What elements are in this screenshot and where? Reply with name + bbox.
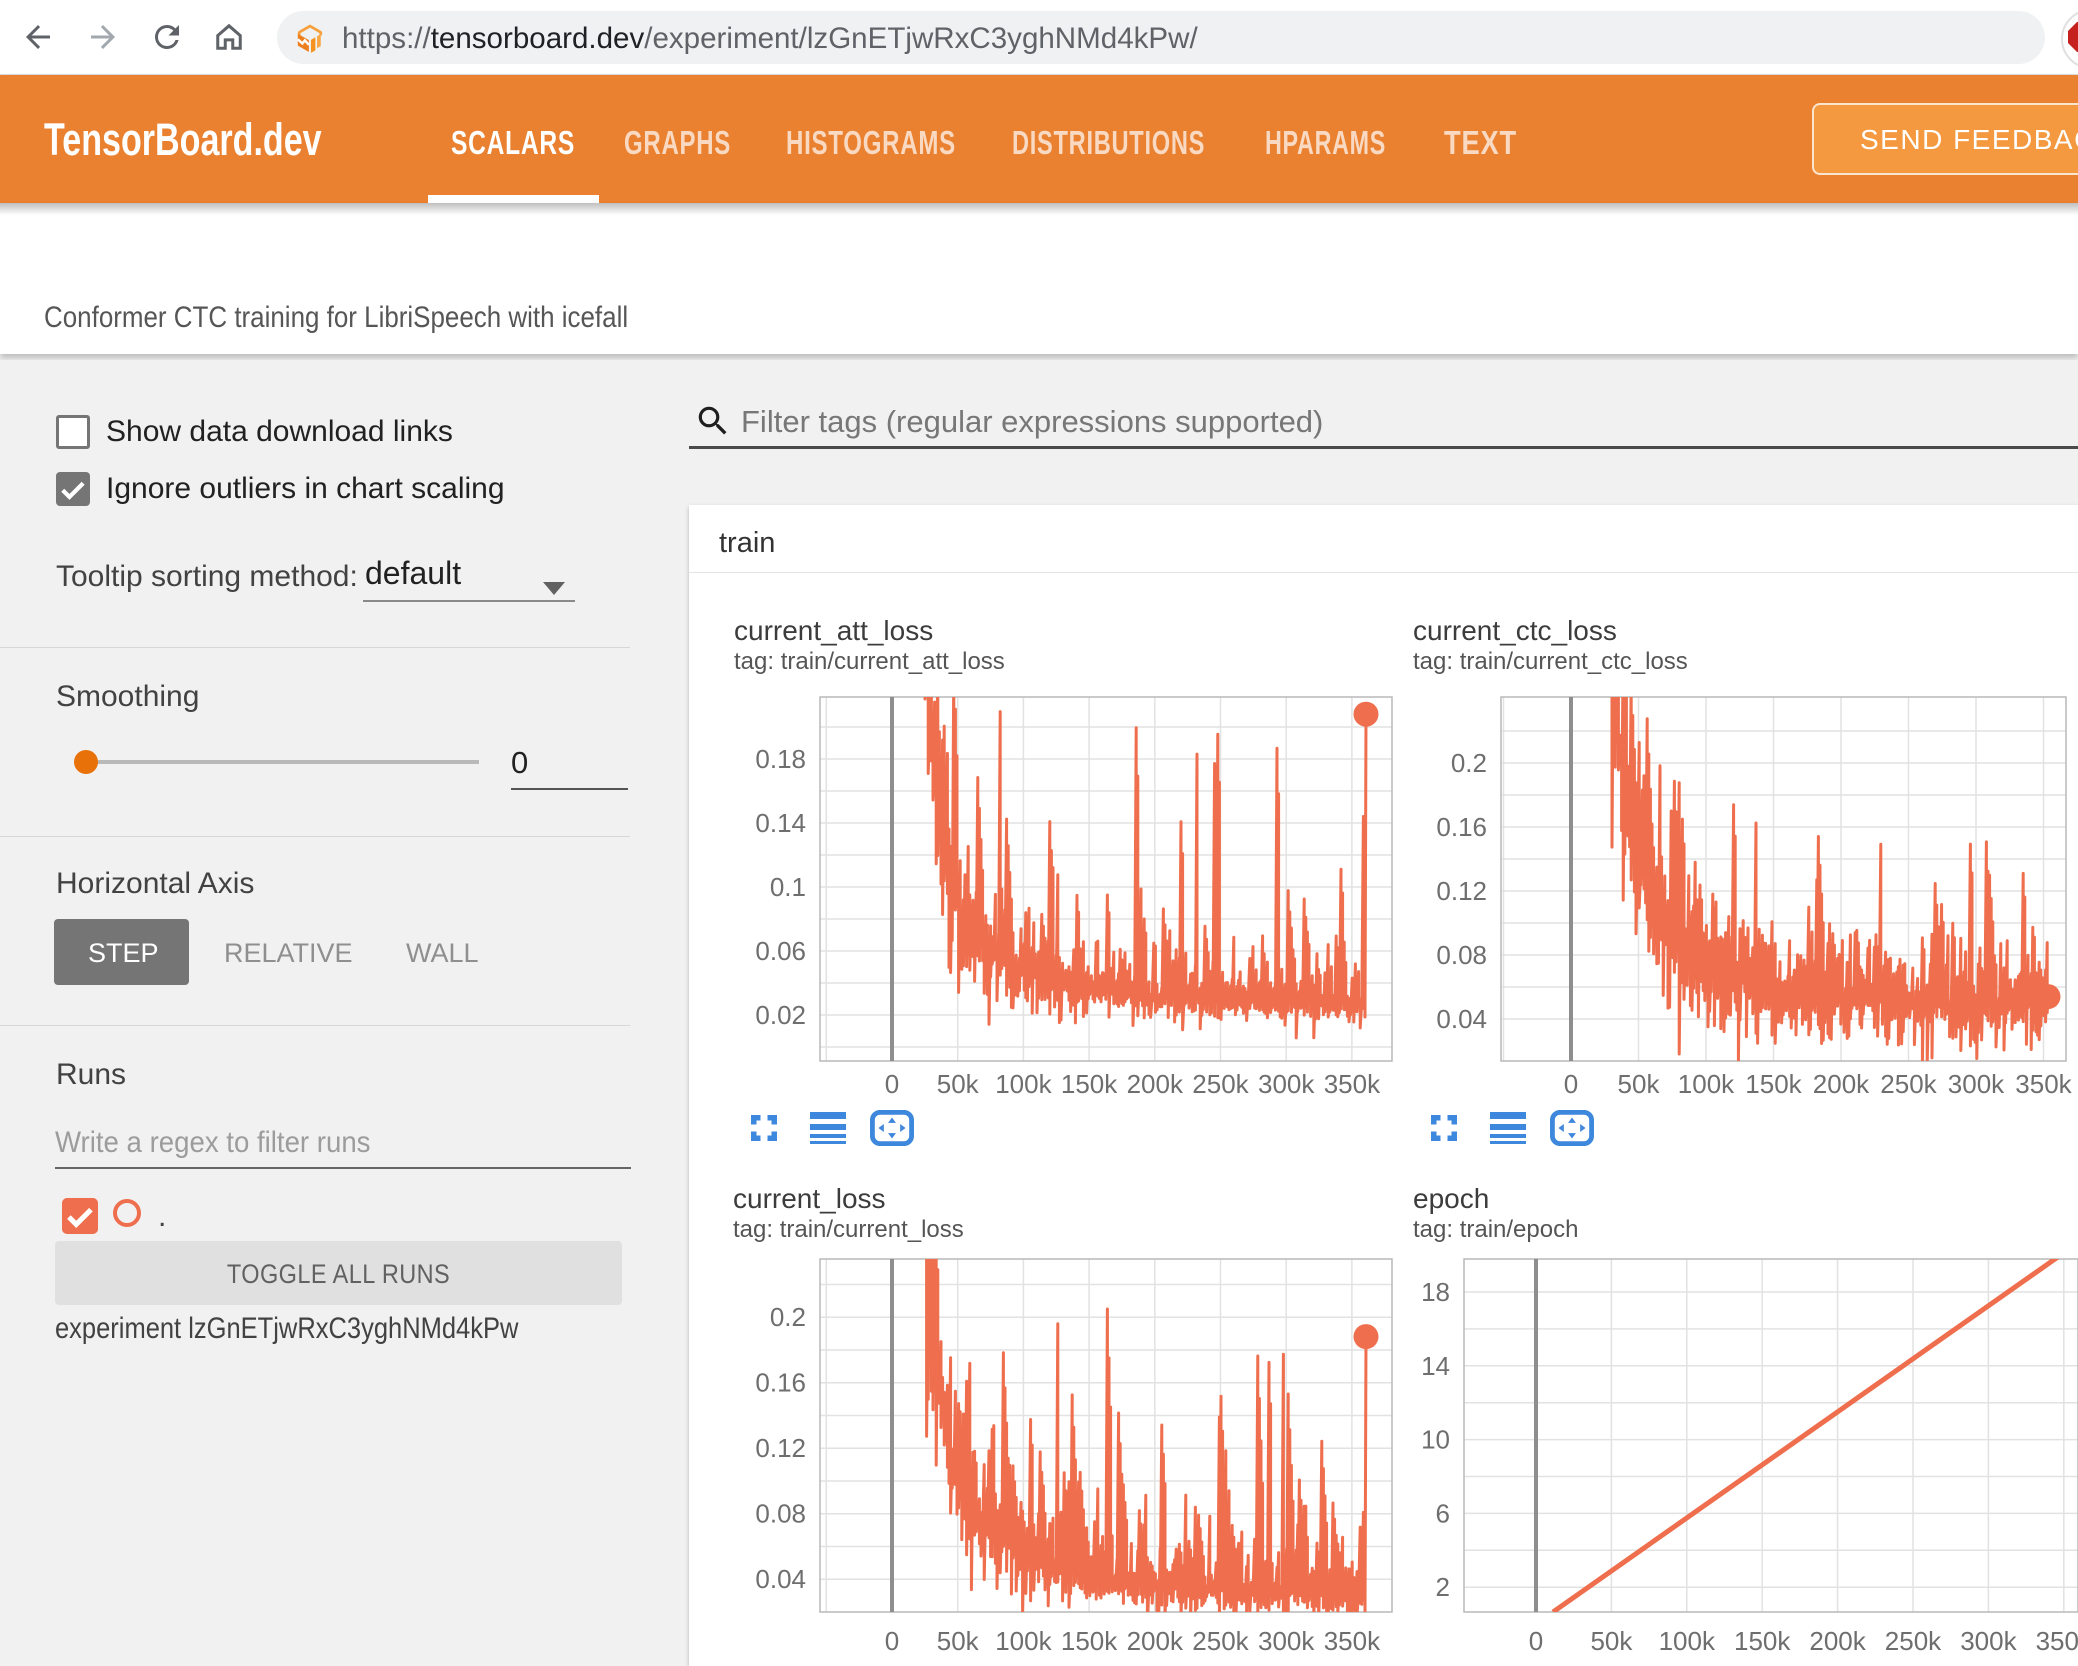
svg-text:300k: 300k (1258, 1069, 1315, 1099)
svg-text:0.08: 0.08 (1436, 940, 1487, 970)
svg-text:0.2: 0.2 (1451, 748, 1487, 778)
svg-text:50k: 50k (1590, 1626, 1633, 1656)
svg-text:250k: 250k (1192, 1069, 1249, 1099)
svg-text:350k: 350k (1324, 1069, 1381, 1099)
svg-text:14: 14 (1421, 1351, 1450, 1381)
svg-text:18: 18 (1421, 1277, 1450, 1307)
svg-text:0.04: 0.04 (755, 1564, 806, 1594)
svg-text:150k: 150k (1061, 1626, 1118, 1656)
svg-text:150k: 150k (1061, 1069, 1118, 1099)
svg-text:0.02: 0.02 (755, 1000, 806, 1030)
svg-text:0.1: 0.1 (770, 872, 806, 902)
svg-text:350k: 350k (1324, 1626, 1381, 1656)
svg-text:200k: 200k (1813, 1069, 1870, 1099)
svg-text:250k: 250k (1192, 1626, 1249, 1656)
svg-text:0.18: 0.18 (755, 744, 806, 774)
svg-text:10: 10 (1421, 1425, 1450, 1455)
svg-text:0: 0 (1529, 1626, 1543, 1656)
svg-text:300k: 300k (1948, 1069, 2005, 1099)
svg-text:0.16: 0.16 (1436, 812, 1487, 842)
svg-text:100k: 100k (995, 1069, 1052, 1099)
svg-text:50k: 50k (937, 1626, 980, 1656)
svg-text:250k: 250k (1880, 1069, 1937, 1099)
svg-text:0.08: 0.08 (755, 1499, 806, 1529)
svg-text:0.04: 0.04 (1436, 1004, 1487, 1034)
svg-text:350k: 350k (2036, 1626, 2078, 1656)
svg-text:0.06: 0.06 (755, 936, 806, 966)
svg-text:0.12: 0.12 (755, 1433, 806, 1463)
svg-text:0.12: 0.12 (1436, 876, 1487, 906)
svg-text:250k: 250k (1885, 1626, 1942, 1656)
svg-text:50k: 50k (937, 1069, 980, 1099)
svg-text:100k: 100k (1678, 1069, 1735, 1099)
svg-text:150k: 150k (1745, 1069, 1802, 1099)
svg-text:200k: 200k (1809, 1626, 1866, 1656)
svg-text:0: 0 (885, 1626, 899, 1656)
svg-text:0.2: 0.2 (770, 1302, 806, 1332)
svg-text:200k: 200k (1127, 1069, 1184, 1099)
svg-text:300k: 300k (1258, 1626, 1315, 1656)
svg-text:300k: 300k (1960, 1626, 2017, 1656)
svg-text:0: 0 (1564, 1069, 1578, 1099)
svg-text:0.14: 0.14 (755, 808, 806, 838)
svg-text:200k: 200k (1127, 1626, 1184, 1656)
svg-text:50k: 50k (1618, 1069, 1661, 1099)
svg-text:100k: 100k (1659, 1626, 1716, 1656)
svg-text:150k: 150k (1734, 1626, 1791, 1656)
svg-text:350k: 350k (2015, 1069, 2072, 1099)
svg-text:0.16: 0.16 (755, 1368, 806, 1398)
svg-text:100k: 100k (995, 1626, 1052, 1656)
svg-text:0: 0 (885, 1069, 899, 1099)
svg-text:2: 2 (1436, 1572, 1450, 1602)
svg-text:6: 6 (1436, 1498, 1450, 1528)
